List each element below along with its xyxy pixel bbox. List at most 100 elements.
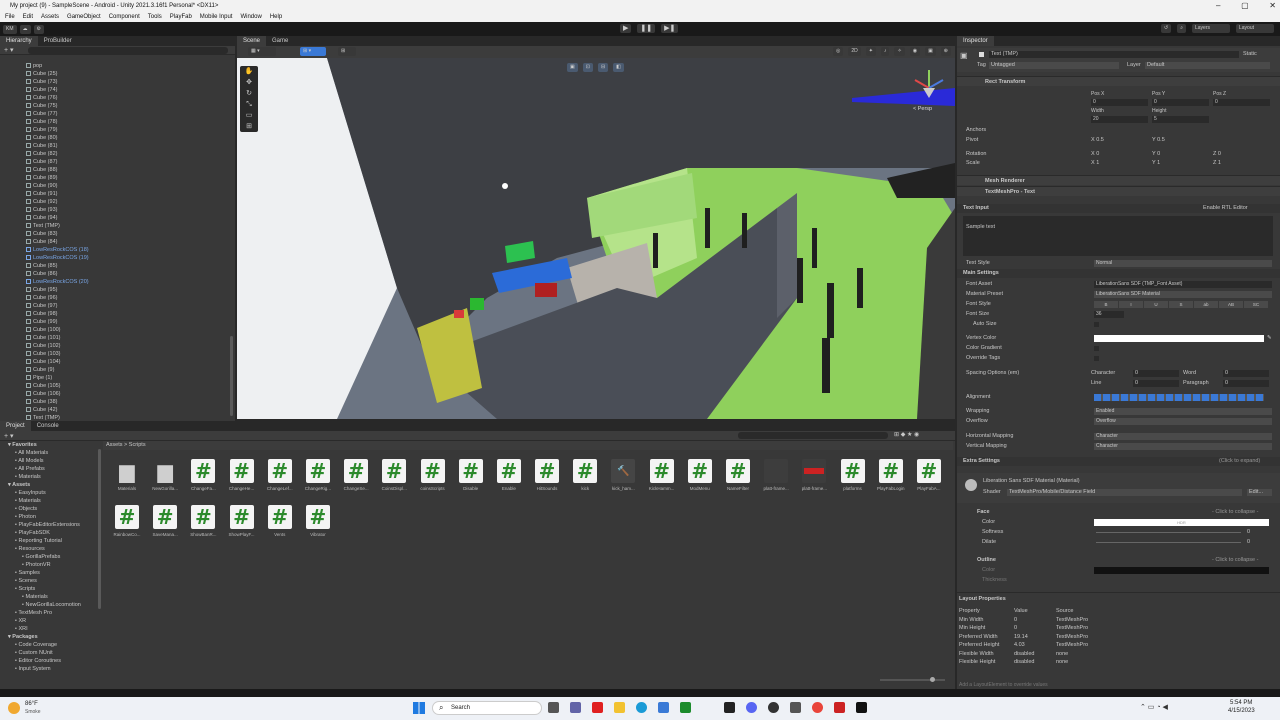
material-preset-dropdown[interactable]: LiberationSans SDF Material <box>1094 291 1272 298</box>
hierarchy-item[interactable]: LowResRockCOS (18) <box>26 246 235 254</box>
hierarchy-item[interactable]: Cube (99) <box>26 318 235 326</box>
rotate-tool-icon[interactable]: ↻ <box>240 88 258 99</box>
hierarchy-item[interactable]: Cube (106) <box>26 390 235 398</box>
project-tree-item[interactable]: ▪ Materials <box>4 593 98 601</box>
menu-item[interactable]: Tools <box>148 12 162 22</box>
textmeshpro-header[interactable]: TextMeshPro - Text <box>957 186 1280 196</box>
asset-item[interactable]: # ChangeHe... <box>224 459 260 491</box>
taskbar-search[interactable]: ⌕ Search <box>432 701 542 715</box>
hierarchy-item[interactable]: Cube (84) <box>26 238 235 246</box>
height-field[interactable]: 5 <box>1152 116 1209 123</box>
hierarchy-item[interactable]: LowResRockCOS (20) <box>26 278 235 286</box>
project-tree-item[interactable]: ▪ Materials <box>4 473 98 481</box>
menu-item[interactable]: GameObject <box>67 12 101 22</box>
filter-icon[interactable]: ⊞ ◆ ★ ◉ <box>894 431 919 438</box>
asset-item[interactable]: # SaveMana... <box>147 505 183 537</box>
project-tree-item[interactable]: ▪ All Prefabs <box>4 465 98 473</box>
history-icon[interactable]: ↺ <box>1160 24 1172 33</box>
overflow-dropdown[interactable]: Overflow <box>1094 418 1272 425</box>
object-mode-icon[interactable]: ▣ <box>567 63 578 72</box>
app-icon-1[interactable] <box>724 702 735 713</box>
mesh-renderer-header[interactable]: Mesh Renderer <box>957 175 1280 185</box>
edit-shader-button[interactable]: Edit... <box>1247 489 1272 496</box>
project-tree-item[interactable]: ▪ EasyInputs <box>4 489 98 497</box>
hierarchy-item[interactable]: Cube (25) <box>26 70 235 78</box>
project-tree-item[interactable]: ▪ GorillaPrefabs <box>4 553 98 561</box>
vertex-color-swatch[interactable] <box>1094 335 1264 342</box>
light-toggle[interactable]: ✦ <box>865 47 876 56</box>
static-toggle[interactable]: Static <box>1243 51 1257 57</box>
play-button[interactable]: ▶ <box>620 24 632 33</box>
hierarchy-item[interactable]: Cube (76) <box>26 94 235 102</box>
tab-console[interactable]: Console <box>31 421 65 431</box>
text-style-dropdown[interactable]: Normal <box>1094 260 1272 267</box>
tab-probuilder[interactable]: ProBuilder <box>38 36 78 46</box>
project-tree-item[interactable]: ▪ Samples <box>4 569 98 577</box>
youtube-icon[interactable] <box>592 702 603 713</box>
menu-item[interactable]: Edit <box>23 12 33 22</box>
zoom-slider[interactable] <box>880 677 945 682</box>
menu-item[interactable]: Component <box>109 12 140 22</box>
asset-item[interactable]: # NameFilter <box>720 459 756 491</box>
search-icon[interactable]: ⌕ <box>1177 24 1186 33</box>
hierarchy-item[interactable]: LowResRockCOS (19) <box>26 254 235 262</box>
hierarchy-item[interactable]: Cube (93) <box>26 206 235 214</box>
pivot-button[interactable]: ⊞ ▾ <box>300 47 326 56</box>
discord-icon[interactable] <box>746 702 757 713</box>
hierarchy-item[interactable]: Cube (78) <box>26 118 235 126</box>
outline-color-swatch[interactable] <box>1094 567 1269 574</box>
asset-item[interactable]: # Enable <box>491 459 527 491</box>
wrapping-dropdown[interactable]: Enabled <box>1094 408 1272 415</box>
object-name-field[interactable]: Text (TMP) <box>989 51 1239 58</box>
rotation-y-field[interactable]: Y 0 <box>1152 150 1160 159</box>
hierarchy-item[interactable]: Cube (87) <box>26 158 235 166</box>
face-color-swatch[interactable]: HDR <box>1094 519 1269 526</box>
project-tree-item[interactable]: ▪ Photon <box>4 513 98 521</box>
project-tree-item[interactable]: ▪ Reporting Tutorial <box>4 537 98 545</box>
create-icon[interactable]: + ▾ <box>4 432 14 440</box>
hierarchy-item[interactable]: Cube (101) <box>26 334 235 342</box>
hierarchy-item[interactable]: Cube (86) <box>26 270 235 278</box>
asset-item[interactable]: # ChangeFa... <box>185 459 221 491</box>
hierarchy-item[interactable]: Cube (102) <box>26 342 235 350</box>
hierarchy-item[interactable]: Cube (73) <box>26 78 235 86</box>
project-tree-item[interactable]: ▪ All Models <box>4 457 98 465</box>
hierarchy-item[interactable]: Cube (103) <box>26 350 235 358</box>
start-icon[interactable] <box>413 702 425 714</box>
project-tree-item[interactable]: ▪ Custom NUnit <box>4 649 98 657</box>
visibility-toggle[interactable]: ◉ <box>909 47 921 56</box>
hierarchy-item[interactable]: Cube (42) <box>26 406 235 414</box>
cloud-icon[interactable]: ☁ <box>19 24 31 34</box>
hierarchy-item[interactable]: Cube (94) <box>26 214 235 222</box>
project-tree-item[interactable]: ▪ Input System <box>4 665 98 673</box>
store-icon[interactable] <box>658 702 669 713</box>
project-tree-item[interactable]: ▪ Scenes <box>4 577 98 585</box>
override-tags-checkbox[interactable] <box>1094 356 1099 361</box>
chat-icon[interactable] <box>570 702 581 713</box>
hierarchy-item[interactable]: Cube (74) <box>26 86 235 94</box>
pivot-y-field[interactable]: Y 0.5 <box>1152 136 1165 145</box>
asset-item[interactable]: # ChangeRig... <box>300 459 336 491</box>
tray-icons[interactable]: ⌃ ▭ ◔ ◀ <box>1140 703 1168 711</box>
project-tree-item[interactable]: ▪ NewGorillaLocomotion <box>4 601 98 609</box>
gizmos-button[interactable]: ⊕ <box>940 47 951 56</box>
hierarchy-item[interactable]: Cube (97) <box>26 302 235 310</box>
project-tree-item[interactable]: ▪ All Materials <box>4 449 98 457</box>
color-gradient-checkbox[interactable] <box>1094 346 1099 351</box>
asset-item[interactable]: # RainbowCo... <box>109 505 145 537</box>
hierarchy-item[interactable]: pop <box>26 62 235 70</box>
clock-date[interactable]: 4/15/2023 <box>1228 708 1255 714</box>
text-input-area[interactable]: Sample text <box>963 216 1273 256</box>
hierarchy-item[interactable]: Cube (75) <box>26 102 235 110</box>
softness-slider[interactable] <box>1096 532 1241 533</box>
asset-item[interactable]: # Vibrator <box>300 505 336 537</box>
scene-gizmo[interactable] <box>909 66 949 106</box>
hierarchy-item[interactable]: Cube (83) <box>26 230 235 238</box>
width-field[interactable]: 20 <box>1091 116 1148 123</box>
menu-item[interactable]: Mobile Input <box>200 12 233 22</box>
rotation-z-field[interactable]: Z 0 <box>1213 150 1221 159</box>
project-tree-item[interactable]: ▪ Code Coverage <box>4 641 98 649</box>
font-style-button[interactable]: S <box>1169 301 1193 308</box>
project-tree-item[interactable]: ▪ PlayFabEditorExtensions <box>4 521 98 529</box>
project-tree-item[interactable]: ▪ Resources <box>4 545 98 553</box>
